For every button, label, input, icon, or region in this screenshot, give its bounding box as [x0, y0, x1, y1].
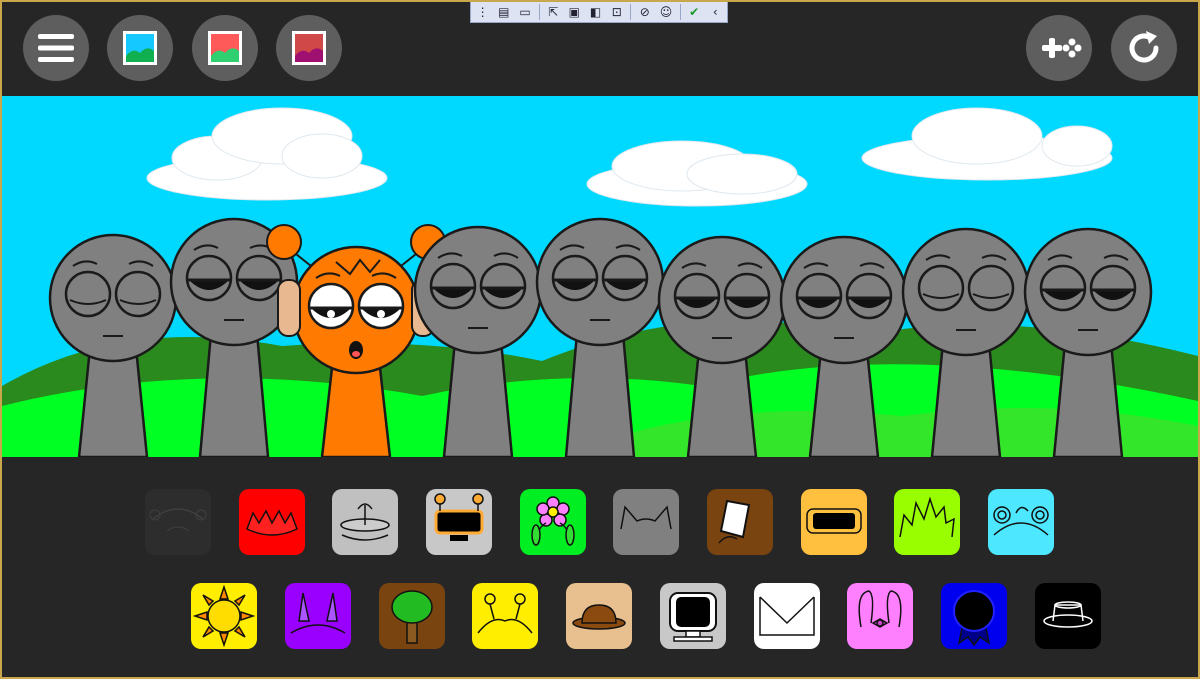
gray-cat-ears-icon-graphic: [620, 505, 672, 530]
flower-icon[interactable]: [520, 489, 586, 555]
binding-failures-icon[interactable]: ⊘: [637, 4, 652, 20]
lime-spikes-icon-graphic: [899, 496, 955, 538]
antenna-dish-icon-graphic: [340, 503, 390, 541]
gamepad-icon: [1042, 38, 1082, 58]
separator: [630, 4, 632, 20]
character-lineup: [48, 217, 1153, 457]
envelope-icon[interactable]: [754, 583, 820, 649]
bucket-icon-graphic: [718, 499, 751, 544]
separator: [538, 4, 540, 20]
visor-icon-graphic: [806, 508, 862, 534]
dark-ears-icon[interactable]: [145, 489, 211, 555]
bear-ears-icon[interactable]: [988, 489, 1054, 555]
monitor-icon[interactable]: [660, 583, 726, 649]
landscape-red-icon: [208, 31, 242, 65]
debug-toolbar: ⋮ ▤ ▭ ⇱ ▣ ◧ ⊡ ⊘ ☺ ✔ ‹: [470, 1, 728, 23]
collapse-icon[interactable]: ‹: [708, 4, 723, 20]
black-hat-icon[interactable]: [1035, 583, 1101, 649]
brown-hat-icon-graphic: [572, 604, 626, 630]
select-element-icon[interactable]: ⇱: [546, 4, 561, 20]
hamburger-menu-icon: [38, 34, 74, 62]
orange-headphones-icon-graphic: [434, 493, 484, 541]
background-blue-button[interactable]: [107, 15, 173, 81]
reset-button[interactable]: [1111, 15, 1177, 81]
live-visual-tree-icon[interactable]: ▤: [496, 4, 511, 20]
pink-bunny-ears-icon[interactable]: [847, 583, 913, 649]
checkmark-icon[interactable]: ✔: [687, 4, 702, 20]
red-spikes-icon-graphic: [246, 509, 298, 536]
blue-rosette-icon-graphic: [953, 590, 995, 647]
brown-hat-icon[interactable]: [566, 583, 632, 649]
track-focus-icon[interactable]: ◧: [588, 4, 603, 20]
background-red-button[interactable]: [192, 15, 258, 81]
yellow-antennae-icon[interactable]: [472, 583, 538, 649]
tree-icon-graphic: [391, 590, 433, 644]
purple-horns-icon[interactable]: [285, 583, 351, 649]
black-hat-icon-graphic: [1043, 601, 1093, 628]
stage-scene: [2, 96, 1198, 457]
yellow-antennae-icon-graphic: [477, 593, 533, 634]
blue-rosette-icon[interactable]: [941, 583, 1007, 649]
separator: [679, 4, 681, 20]
landscape-dark-icon: [292, 31, 326, 65]
landscape-blue-icon: [123, 31, 157, 65]
envelope-icon-graphic: [759, 596, 815, 636]
orange-headphones-icon[interactable]: [426, 489, 492, 555]
monitor-icon-graphic: [669, 592, 717, 642]
flower-icon-graphic: [531, 496, 575, 546]
bear-ears-icon-graphic: [993, 506, 1049, 536]
red-spikes-icon[interactable]: [239, 489, 305, 555]
accessibility-icon[interactable]: ☺: [658, 4, 673, 20]
dark-ears-icon-graphic: [149, 508, 207, 532]
menu-button[interactable]: [23, 15, 89, 81]
sun-icon-graphic: [192, 584, 256, 648]
bucket-icon[interactable]: [707, 489, 773, 555]
gamepad-button[interactable]: [1026, 15, 1092, 81]
antenna-dish-icon[interactable]: [332, 489, 398, 555]
grip-icon[interactable]: ⋮: [475, 4, 490, 20]
reset-icon: [1129, 31, 1159, 63]
gray-cat-ears-icon[interactable]: [613, 489, 679, 555]
visor-icon[interactable]: [801, 489, 867, 555]
tree-icon[interactable]: [379, 583, 445, 649]
pink-bunny-ears-icon-graphic: [858, 590, 902, 628]
video-icon[interactable]: ▭: [517, 4, 532, 20]
purple-horns-icon-graphic: [290, 592, 346, 634]
display-layout-adorners-icon[interactable]: ▣: [567, 4, 582, 20]
hot-reload-icon[interactable]: ⊡: [609, 4, 624, 20]
stage: [2, 96, 1198, 457]
lime-spikes-icon[interactable]: [894, 489, 960, 555]
background-dark-button[interactable]: [276, 15, 342, 81]
sun-icon[interactable]: [191, 583, 257, 649]
